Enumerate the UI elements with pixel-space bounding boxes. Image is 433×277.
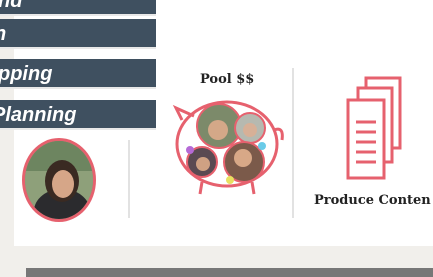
footer-bar bbox=[26, 268, 433, 277]
piggy-bank-icon bbox=[172, 100, 284, 195]
menu-item-3[interactable]: pping bbox=[0, 59, 156, 89]
menu-item-2[interactable]: n bbox=[0, 19, 156, 49]
divider-right bbox=[292, 68, 294, 218]
menu-item-1[interactable]: nd bbox=[0, 0, 156, 16]
menu-item-4[interactable]: Planning bbox=[0, 100, 156, 130]
menu-item-4-label: Planning bbox=[0, 104, 77, 126]
documents-icon bbox=[346, 76, 402, 180]
pool-title: Pool $$ bbox=[200, 72, 255, 87]
menu-item-3-label: pping bbox=[0, 63, 53, 85]
produce-content-label: Produce Conten bbox=[314, 193, 431, 208]
divider-left bbox=[128, 140, 130, 218]
avatar bbox=[22, 138, 96, 222]
menu-item-1-label: nd bbox=[0, 0, 23, 12]
menu-item-2-label: n bbox=[0, 23, 6, 45]
